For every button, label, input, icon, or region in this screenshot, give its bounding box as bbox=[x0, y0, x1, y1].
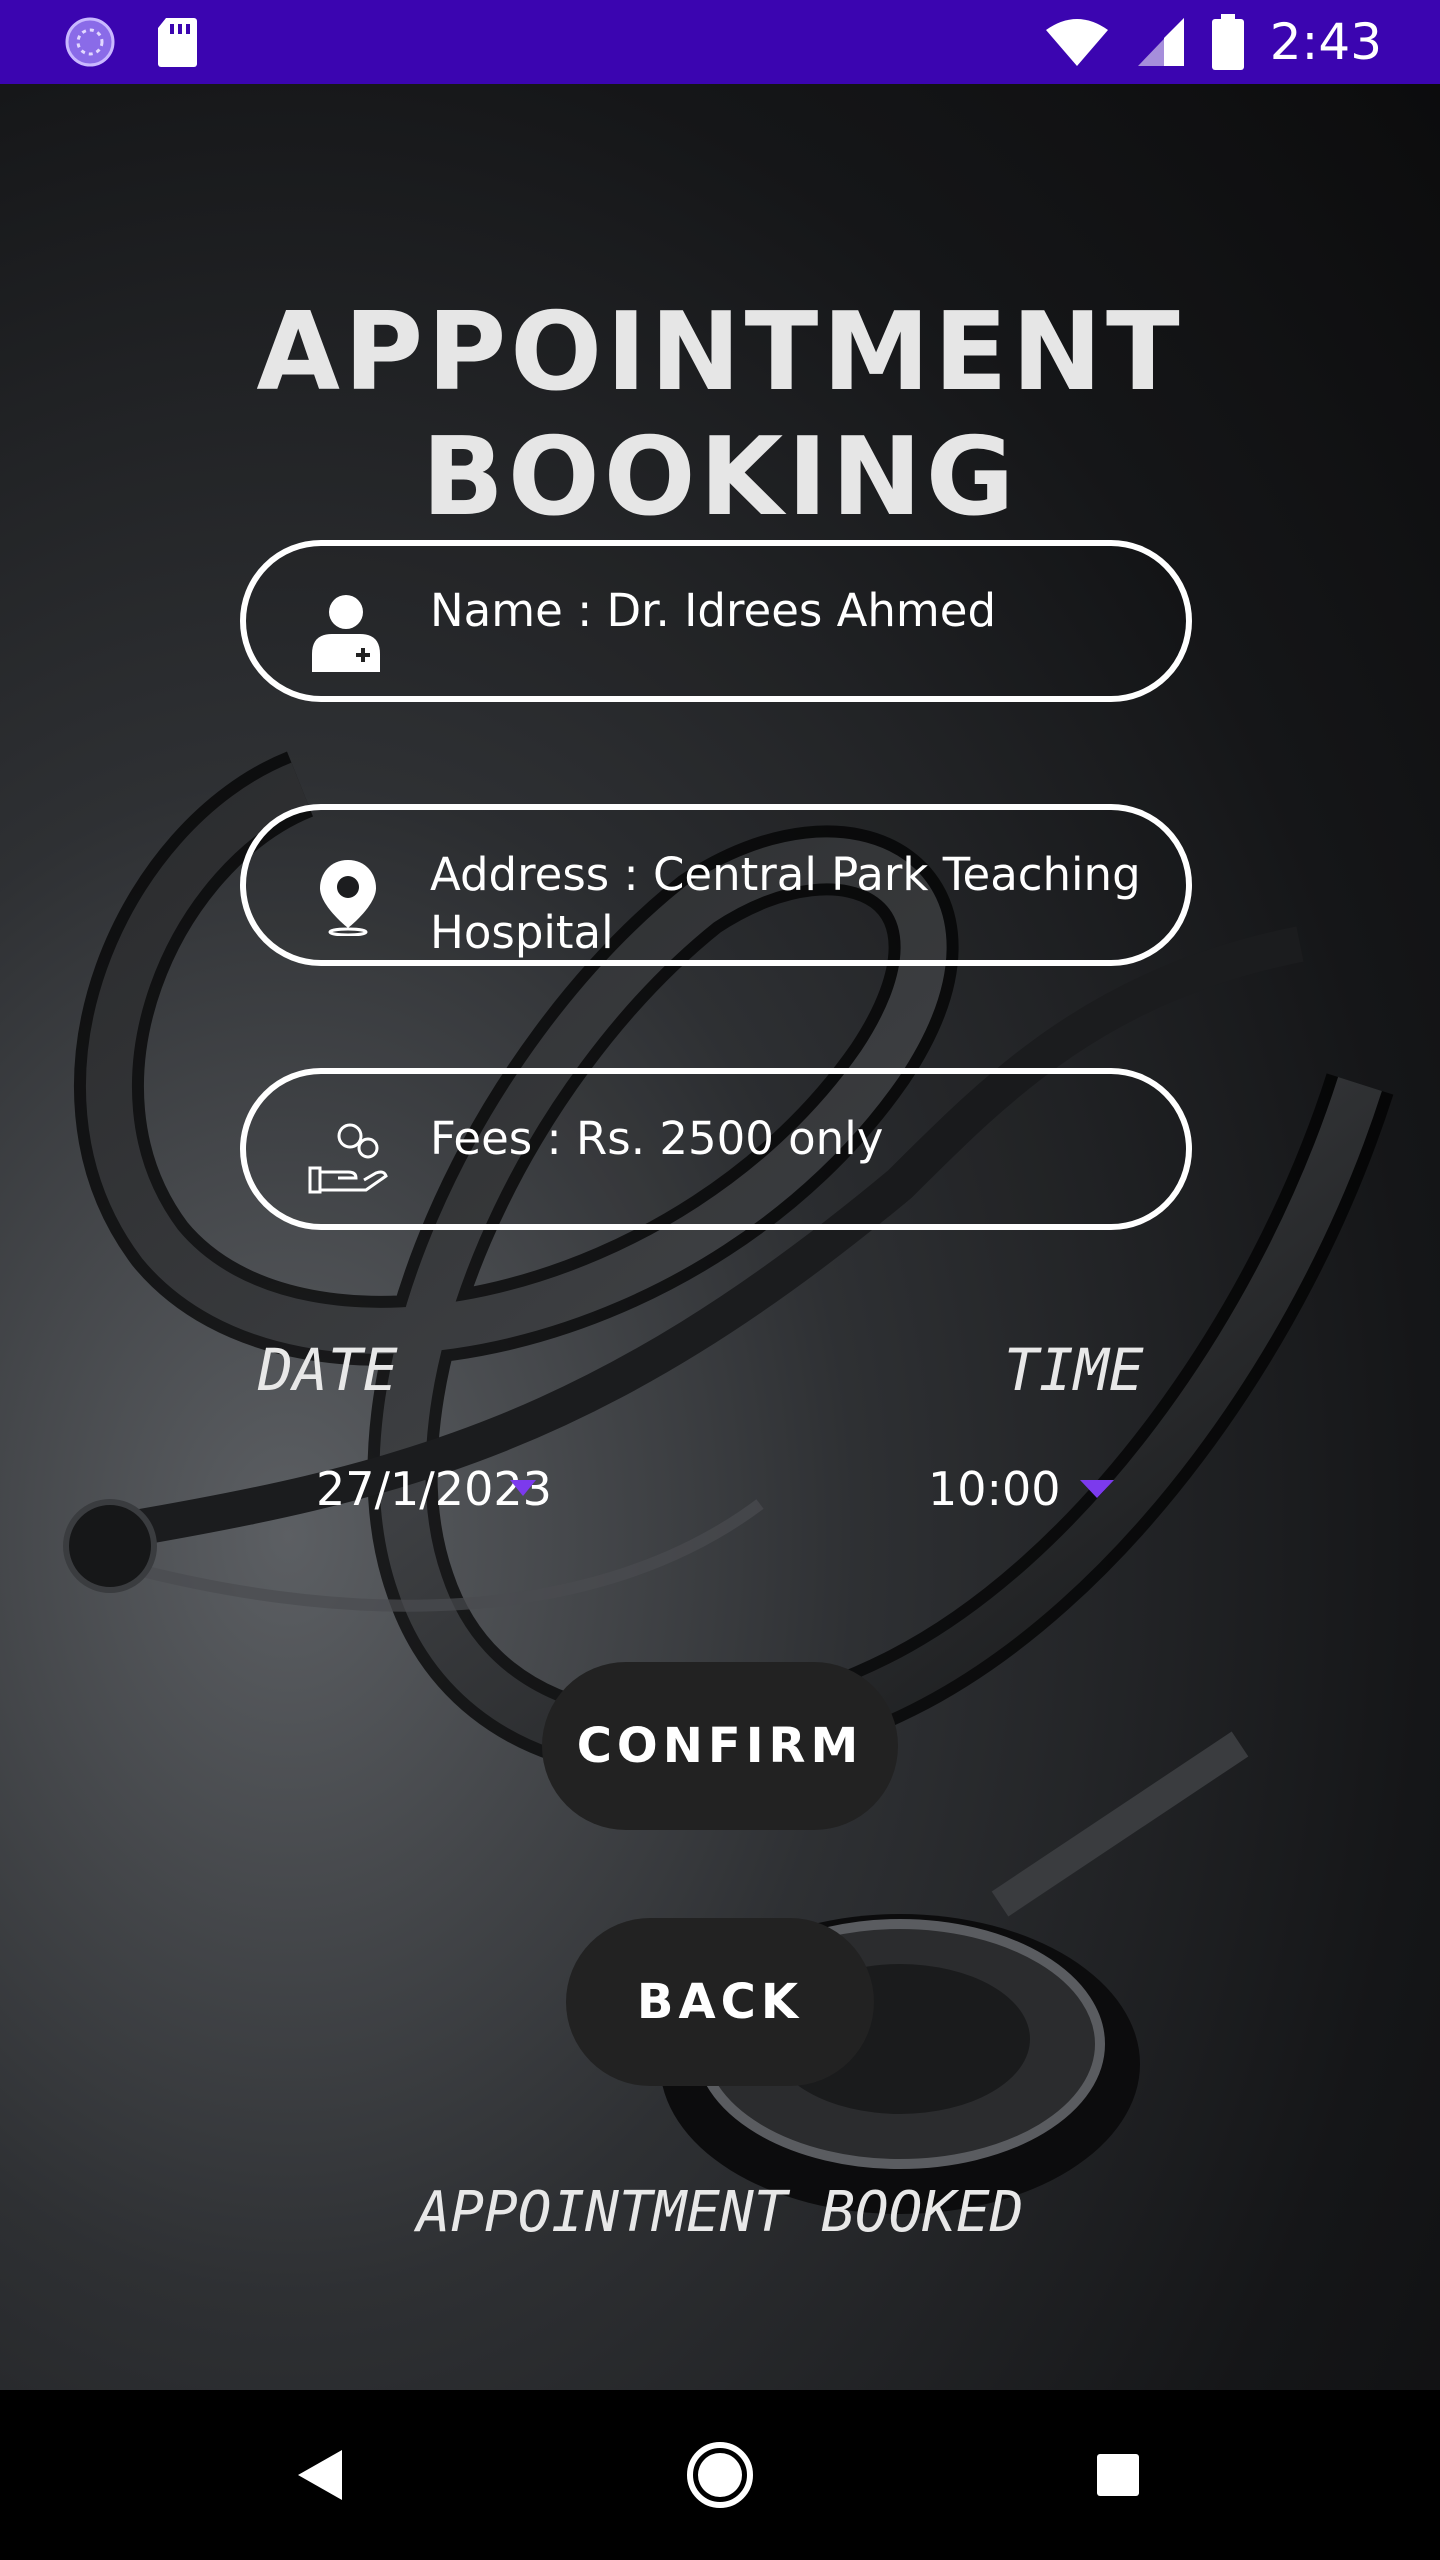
time-label: TIME bbox=[1004, 1336, 1144, 1404]
navigation-bar bbox=[0, 2390, 1440, 2560]
doctor-fees-card: Fees : Rs. 2500 only bbox=[240, 1068, 1192, 1230]
signal-icon bbox=[1137, 18, 1184, 66]
doctor-fees: Fees : Rs. 2500 only bbox=[430, 1112, 884, 1165]
doctor-icon bbox=[312, 595, 380, 672]
confirm-button[interactable]: CONFIRM bbox=[542, 1662, 898, 1830]
time-dropdown-icon[interactable] bbox=[1080, 1480, 1114, 1498]
doctor-name: Name : Dr. Idrees Ahmed bbox=[430, 584, 997, 637]
date-label: DATE bbox=[258, 1336, 398, 1404]
wifi-icon bbox=[1045, 19, 1108, 66]
back-button[interactable]: BACK bbox=[566, 1918, 874, 2086]
money-hand-icon bbox=[308, 1123, 388, 1194]
loading-icon bbox=[65, 17, 115, 67]
booking-status-message: APPOINTMENT BOOKED bbox=[416, 2180, 1024, 2245]
recents-icon[interactable] bbox=[1073, 2430, 1163, 2520]
doctor-address-card: Address : Central Park Teaching Hospital bbox=[240, 804, 1192, 966]
doctor-name-card: Name : Dr. Idrees Ahmed bbox=[240, 540, 1192, 702]
back-icon[interactable] bbox=[276, 2430, 366, 2520]
page-title: APPOINTMENT BOOKING bbox=[256, 290, 1184, 540]
sd-card-icon bbox=[158, 18, 197, 67]
battery-icon bbox=[1211, 14, 1244, 70]
home-icon[interactable] bbox=[675, 2430, 765, 2520]
clock: 2:43 bbox=[1269, 13, 1382, 71]
doctor-address: Address : Central Park Teaching Hospital bbox=[430, 848, 1141, 959]
status-bar: 2:43 bbox=[0, 0, 1440, 84]
location-pin-icon bbox=[320, 860, 376, 936]
time-spinner[interactable]: 10:00 bbox=[928, 1462, 1061, 1516]
date-dropdown-icon[interactable] bbox=[510, 1480, 536, 1496]
